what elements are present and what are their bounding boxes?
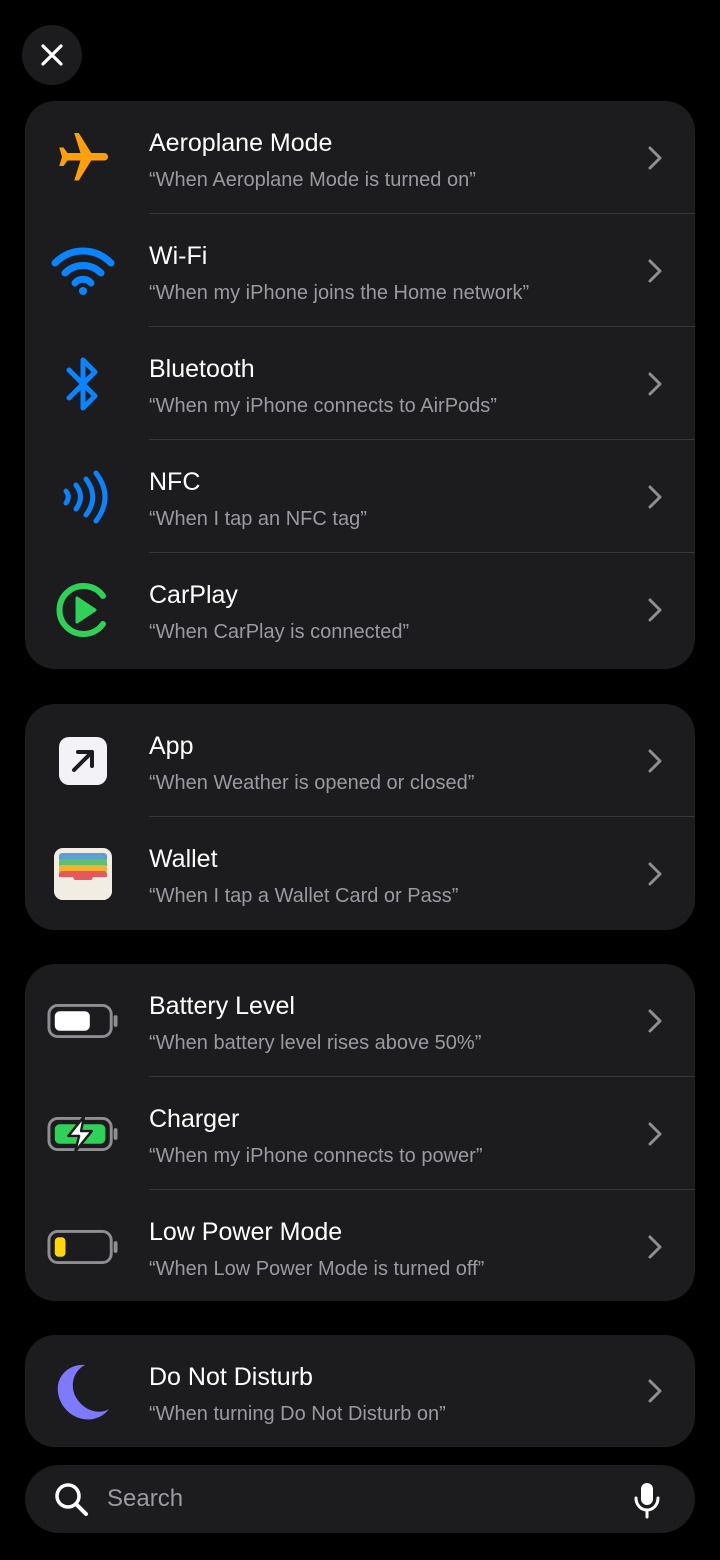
item-subtitle: “When my iPhone connects to power” bbox=[149, 1145, 483, 1167]
item-subtitle: “When I tap a Wallet Card or Pass” bbox=[149, 885, 459, 907]
microphone-icon[interactable] bbox=[633, 1481, 661, 1519]
item-subtitle: “When my iPhone joins the Home network” bbox=[149, 282, 530, 304]
charger-icon bbox=[47, 1098, 119, 1170]
wallet-icon bbox=[47, 838, 119, 910]
moon-icon bbox=[47, 1355, 119, 1427]
item-subtitle: “When I tap an NFC tag” bbox=[149, 508, 367, 530]
chevron-right-icon bbox=[648, 1122, 662, 1145]
chevron-right-icon bbox=[648, 1379, 662, 1403]
chevron-right-icon bbox=[648, 862, 662, 885]
search-icon bbox=[55, 1483, 88, 1516]
item-title: Low Power Mode bbox=[149, 1218, 343, 1246]
item-title: NFC bbox=[149, 468, 201, 496]
app-row[interactable]: App “When Weather is opened or closed” bbox=[25, 704, 695, 817]
battery-group: Battery Level “When battery level rises … bbox=[25, 964, 695, 1301]
low-power-mode-row[interactable]: Low Power Mode “When Low Power Mode is t… bbox=[25, 1190, 695, 1301]
item-title: Charger bbox=[149, 1105, 240, 1133]
item-subtitle: “When Weather is opened or closed” bbox=[149, 772, 475, 794]
close-button[interactable] bbox=[22, 25, 82, 85]
wifi-icon bbox=[47, 235, 119, 307]
item-subtitle: “When CarPlay is connected” bbox=[149, 621, 410, 643]
item-subtitle: “When battery level rises above 50%” bbox=[149, 1032, 482, 1054]
item-subtitle: “When Low Power Mode is turned off” bbox=[149, 1258, 485, 1280]
item-title: Aeroplane Mode bbox=[149, 129, 333, 157]
item-subtitle: “When my iPhone connects to AirPods” bbox=[149, 395, 497, 417]
nfc-icon bbox=[47, 461, 119, 533]
focus-group: Do Not Disturb “When turning Do Not Dist… bbox=[25, 1335, 695, 1447]
item-title: Battery Level bbox=[149, 992, 295, 1020]
charger-row[interactable]: Charger “When my iPhone connects to powe… bbox=[25, 1077, 695, 1190]
chevron-right-icon bbox=[648, 598, 662, 621]
item-title: Wi-Fi bbox=[149, 242, 208, 270]
apps-group: App “When Weather is opened or closed” W… bbox=[25, 704, 695, 930]
low-power-icon bbox=[47, 1211, 119, 1283]
app-arrow-icon bbox=[47, 725, 119, 797]
chevron-right-icon bbox=[648, 146, 662, 169]
search-input[interactable] bbox=[107, 1465, 587, 1533]
carplay-icon bbox=[47, 574, 119, 646]
search-bar[interactable] bbox=[25, 1465, 695, 1533]
carplay-row[interactable]: CarPlay “When CarPlay is connected” bbox=[25, 553, 695, 666]
item-subtitle: “When Aeroplane Mode is turned on” bbox=[149, 169, 476, 191]
bluetooth-icon bbox=[47, 348, 119, 420]
chevron-right-icon bbox=[648, 749, 662, 772]
aeroplane-mode-row[interactable]: Aeroplane Mode “When Aeroplane Mode is t… bbox=[25, 101, 695, 214]
do-not-disturb-row[interactable]: Do Not Disturb “When turning Do Not Dist… bbox=[25, 1335, 695, 1447]
chevron-right-icon bbox=[648, 372, 662, 395]
chevron-right-icon bbox=[648, 485, 662, 508]
wifi-row[interactable]: Wi-Fi “When my iPhone joins the Home net… bbox=[25, 214, 695, 327]
item-title: CarPlay bbox=[149, 581, 238, 609]
chevron-right-icon bbox=[648, 1235, 662, 1258]
item-title: Wallet bbox=[149, 845, 218, 873]
close-icon bbox=[41, 44, 63, 66]
chevron-right-icon bbox=[648, 1009, 662, 1032]
connectivity-group: Aeroplane Mode “When Aeroplane Mode is t… bbox=[25, 101, 695, 669]
chevron-right-icon bbox=[648, 259, 662, 282]
battery-icon bbox=[47, 985, 119, 1057]
item-subtitle: “When turning Do Not Disturb on” bbox=[149, 1403, 446, 1425]
airplane-icon bbox=[47, 122, 119, 194]
nfc-row[interactable]: NFC “When I tap an NFC tag” bbox=[25, 440, 695, 553]
item-title: App bbox=[149, 732, 194, 760]
bluetooth-row[interactable]: Bluetooth “When my iPhone connects to Ai… bbox=[25, 327, 695, 440]
wallet-row[interactable]: Wallet “When I tap a Wallet Card or Pass… bbox=[25, 817, 695, 930]
item-title: Do Not Disturb bbox=[149, 1363, 313, 1391]
item-title: Bluetooth bbox=[149, 355, 255, 383]
battery-level-row[interactable]: Battery Level “When battery level rises … bbox=[25, 964, 695, 1077]
